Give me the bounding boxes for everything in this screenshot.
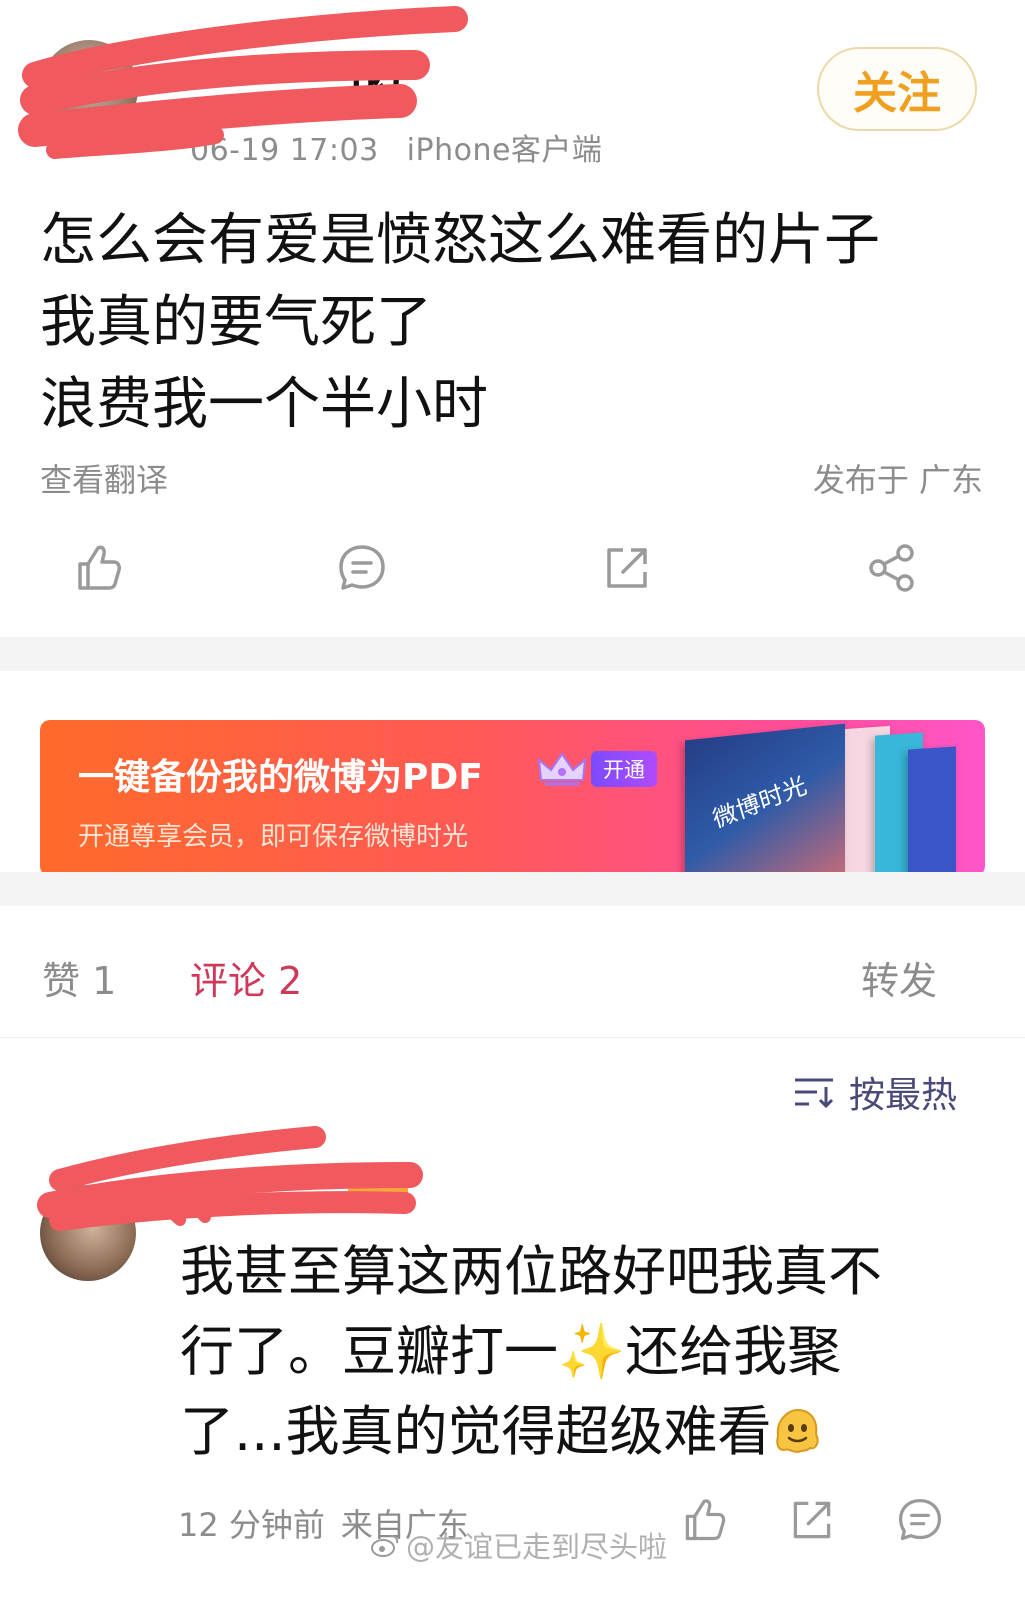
post-location: 发布于 广东 <box>812 461 983 499</box>
comment-line: 了...我真的觉得超级难看 <box>180 1392 980 1472</box>
tab-likes[interactable]: 赞 1 <box>42 950 116 1005</box>
pdf-backup-banner[interactable]: 一键备份我的微博为PDF 开通 开通尊享会员，即可保存微博时光 微博时光 <box>40 720 985 876</box>
sort-icon <box>794 1078 834 1109</box>
watermark-text: @友谊已走到尽头啦 <box>406 1530 668 1564</box>
comment-icon[interactable] <box>336 542 388 594</box>
comment-content: 我甚至算这两位路好吧我真不 行了。豆瓣打一✨还给我聚 了...我真的觉得超级难看 <box>180 1232 980 1472</box>
like-icon[interactable] <box>72 542 124 594</box>
book-cover-main: 微博时光 <box>685 723 845 876</box>
tab-reposts[interactable]: 转发 <box>861 950 937 1005</box>
section-divider <box>0 637 1025 671</box>
comment-time: 12 分钟前 <box>178 1506 325 1544</box>
book-title: 微博时光 <box>709 771 810 834</box>
comment-line: 我甚至算这两位路好吧我真不 <box>180 1240 882 1303</box>
crown-icon <box>537 752 587 786</box>
comment-like-icon[interactable] <box>680 1496 728 1544</box>
book-cover <box>908 746 956 876</box>
comment-text: 行了。豆瓣打一 <box>180 1320 558 1383</box>
melting-face-emoji <box>775 1408 819 1454</box>
post-line: 浪费我一个半小时 <box>40 372 488 437</box>
author-name[interactable]: 的 <box>350 48 402 123</box>
section-divider <box>0 872 1025 906</box>
weibo-logo-icon <box>371 1534 399 1557</box>
tabs-divider <box>0 1037 1025 1038</box>
member-badge <box>348 1180 408 1210</box>
follow-button[interactable]: 关注 <box>817 47 977 131</box>
comment-text: 还给我聚 <box>625 1320 842 1383</box>
vip-badge: 开通 <box>535 750 657 788</box>
translate-link[interactable]: 查看翻译 <box>40 455 168 501</box>
post-line: 怎么会有爱是愤怒这么难看的片子 <box>40 208 880 273</box>
post-meta: 06-19 17:03 iPhone客户端 <box>190 125 602 169</box>
banner-subtitle: 开通尊享会员，即可保存微博时光 <box>78 822 469 852</box>
sort-toggle[interactable]: 按最热 <box>793 1066 957 1118</box>
watermark: @友谊已走到尽头啦 <box>370 1524 667 1566</box>
tab-comments[interactable]: 评论 2 <box>190 950 302 1005</box>
post-time: 06-19 17:03 <box>190 133 379 168</box>
post-content: 怎么会有爱是愤怒这么难看的片子 我真的要气死了 浪费我一个半小时 <box>40 200 990 446</box>
comment-line: 行了。豆瓣打一✨还给我聚 <box>180 1312 980 1392</box>
weibo-post-screen: 的 06-19 17:03 iPhone客户端 关注 怎么会有爱是愤怒这么难看的片… <box>0 0 1025 1623</box>
banner-title: 一键备份我的微博为PDF <box>78 757 483 798</box>
comment-text: 了...我真的觉得超级难看 <box>180 1400 772 1463</box>
sort-label: 按最热 <box>848 1075 957 1116</box>
comment-repost-icon[interactable] <box>788 1496 836 1544</box>
post-line: 我真的要气死了 <box>40 290 432 355</box>
sparkles-emoji: ✨ <box>558 1320 626 1383</box>
comment-reply-icon[interactable] <box>896 1496 944 1544</box>
post-client: iPhone客户端 <box>406 133 603 168</box>
commenter-avatar[interactable] <box>40 1185 136 1281</box>
repost-icon[interactable] <box>601 542 653 594</box>
open-membership-button[interactable]: 开通 <box>591 751 657 787</box>
author-avatar[interactable] <box>40 40 138 138</box>
share-icon[interactable] <box>866 542 918 594</box>
